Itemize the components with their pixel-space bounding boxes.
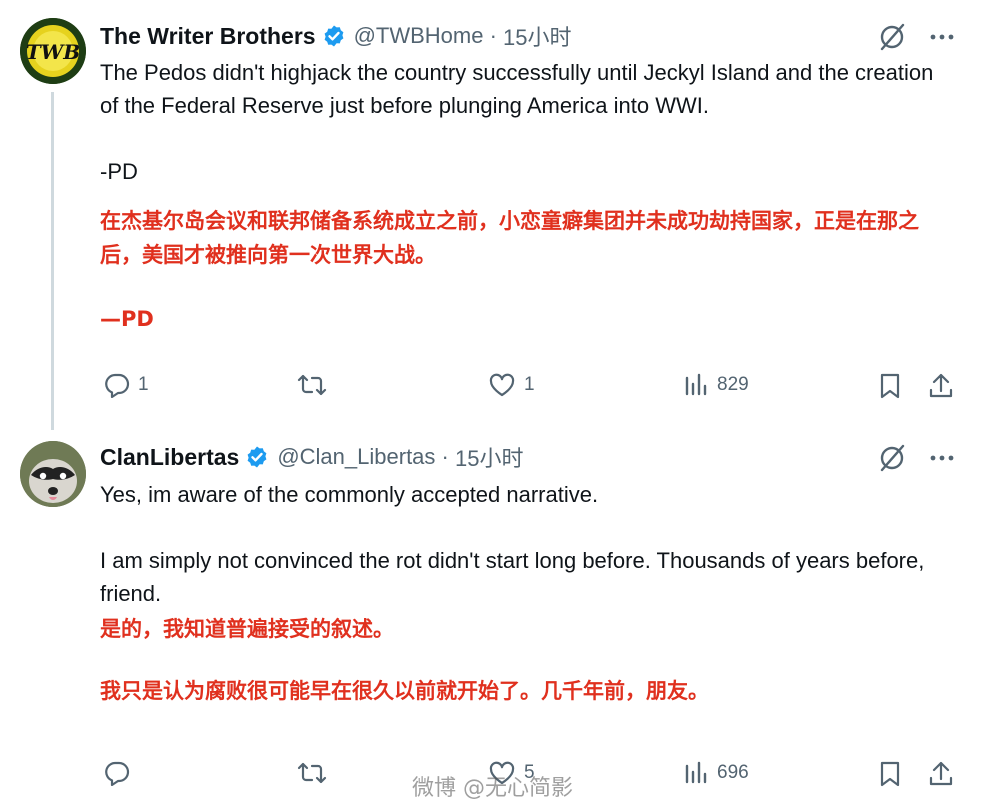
reply-button[interactable]	[104, 760, 138, 786]
bookmark-icon	[880, 373, 900, 399]
verified-badge-icon[interactable]	[322, 24, 346, 48]
translation-text-2: —PD	[100, 307, 154, 331]
analytics-icon	[685, 373, 707, 396]
grok-icon[interactable]	[877, 22, 907, 52]
translation-text-1: 在杰基尔岛会议和联邦储备系统成立之前，小恋童癖集团并未成功劫持国家，正是在那之后…	[100, 209, 919, 267]
timestamp[interactable]: 15小时	[503, 20, 571, 52]
share-button[interactable]	[928, 372, 954, 400]
like-count: 1	[524, 374, 535, 395]
share-icon	[929, 761, 953, 786]
watermark: 微博 @无心简影	[412, 776, 573, 801]
repost-icon	[297, 374, 327, 396]
avatar[interactable]: TWB	[20, 18, 86, 84]
more-options-icon[interactable]	[929, 445, 955, 471]
thread-line	[51, 92, 54, 430]
author-handle[interactable]: @Clan_Libertas	[277, 444, 435, 470]
tweet-1[interactable]: TWB The Writer Brothers @TWBHome · 15小时 …	[0, 0, 981, 430]
translation-text-1: 是的，我知道普遍接受的叙述。	[100, 617, 394, 641]
twb-logo-icon: TWB	[20, 18, 86, 84]
bookmark-button[interactable]	[878, 760, 902, 788]
bookmark-icon	[880, 761, 900, 787]
reply-icon	[105, 761, 130, 786]
author-name[interactable]: ClanLibertas	[100, 444, 239, 471]
view-count: 696	[717, 762, 749, 783]
repost-button[interactable]	[297, 760, 335, 786]
repost-icon	[297, 762, 327, 784]
author-handle[interactable]: @TWBHome	[354, 23, 484, 49]
timestamp[interactable]: 15小时	[455, 441, 523, 473]
raccoon-avatar-icon	[20, 441, 86, 507]
translation-text-2: 我只是认为腐败很可能早在很久以前就开始了。几千年前，朋友。	[100, 679, 709, 703]
repost-button[interactable]	[297, 372, 335, 398]
separator-dot: ·	[435, 444, 455, 469]
bookmark-button[interactable]	[878, 372, 902, 400]
heart-icon	[489, 373, 515, 397]
separator-dot: ·	[483, 23, 504, 48]
analytics-icon	[685, 761, 707, 784]
views-button[interactable]: 829	[683, 372, 749, 398]
views-button[interactable]: 696	[683, 760, 749, 786]
like-button[interactable]: 1	[488, 372, 535, 398]
reply-count: 1	[138, 374, 149, 395]
more-options-icon[interactable]	[929, 24, 955, 50]
tweet-text: The Pedos didn't highjack the country su…	[100, 56, 950, 336]
svg-text:TWB: TWB	[26, 40, 80, 64]
action-bar: 1 1 829	[100, 372, 955, 402]
share-button[interactable]	[928, 760, 954, 788]
grok-icon[interactable]	[877, 443, 907, 473]
tweet-text-en-2: I am simply not convinced the rot didn't…	[100, 548, 925, 606]
tweet-text-en-2: -PD	[100, 159, 138, 184]
view-count: 829	[717, 374, 749, 395]
tweet-2[interactable]: ClanLibertas @Clan_Libertas · 15小时 Yes, …	[0, 420, 981, 811]
share-icon	[929, 373, 953, 398]
tweet-text-en-1: The Pedos didn't highjack the country su…	[100, 60, 934, 118]
tweet-text-en-1: Yes, im aware of the commonly accepted n…	[100, 482, 599, 507]
verified-badge-icon[interactable]	[245, 445, 269, 469]
reply-button[interactable]: 1	[104, 372, 149, 398]
reply-icon	[105, 373, 130, 398]
author-name[interactable]: The Writer Brothers	[100, 23, 316, 50]
avatar[interactable]	[20, 441, 86, 507]
tweet-text: Yes, im aware of the commonly accepted n…	[100, 478, 950, 708]
